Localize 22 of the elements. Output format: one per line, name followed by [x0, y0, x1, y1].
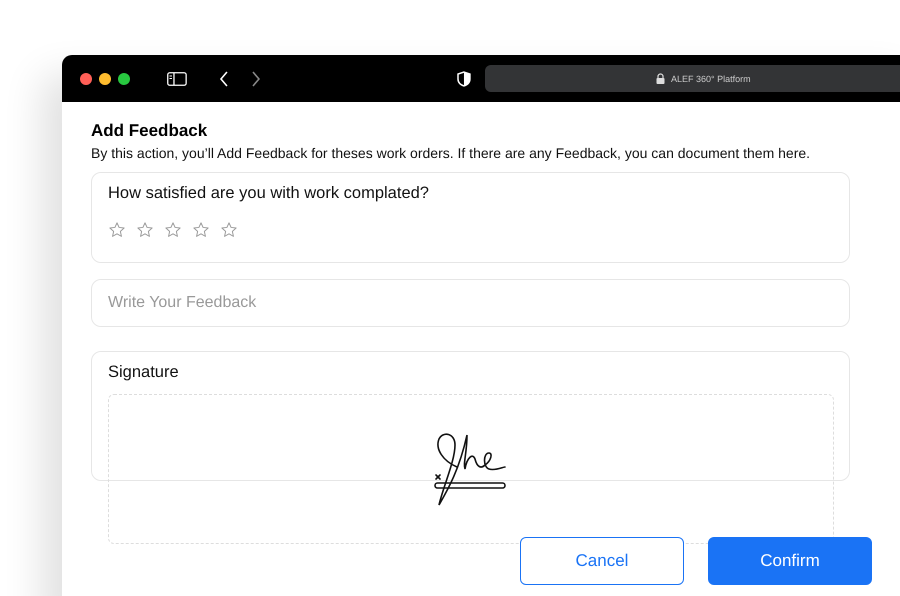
confirm-button[interactable]: Confirm: [708, 537, 872, 585]
signature-label: Signature: [108, 363, 180, 382]
minimize-button[interactable]: [98, 72, 111, 84]
dialog-title: Add Feedback: [91, 121, 208, 141]
address-text: ALEF 360° Platform: [670, 74, 751, 84]
star-icon[interactable]: [108, 221, 126, 239]
shield-icon[interactable]: [456, 70, 470, 86]
rating-question: How satisfied are you with work complated?: [108, 184, 430, 203]
close-button[interactable]: [80, 72, 92, 84]
star-icon[interactable]: [136, 221, 154, 239]
maximize-button[interactable]: [118, 72, 130, 84]
star-icon[interactable]: [164, 221, 182, 239]
address-bar[interactable]: ALEF 360° Platform: [484, 65, 900, 92]
star-icon[interactable]: [192, 221, 210, 239]
forward-icon[interactable]: [250, 70, 261, 86]
lock-icon: [656, 73, 665, 84]
back-icon[interactable]: [218, 70, 229, 86]
star-icon[interactable]: [220, 221, 238, 239]
cancel-button[interactable]: Cancel: [520, 537, 684, 585]
dialog-description: By this action, you’ll Add Feedback for theses work orders. If there are any Feedback, you can document them here.: [91, 144, 812, 163]
feedback-field[interactable]: Write Your Feedback: [91, 279, 850, 327]
sidebar-icon[interactable]: [166, 72, 187, 86]
